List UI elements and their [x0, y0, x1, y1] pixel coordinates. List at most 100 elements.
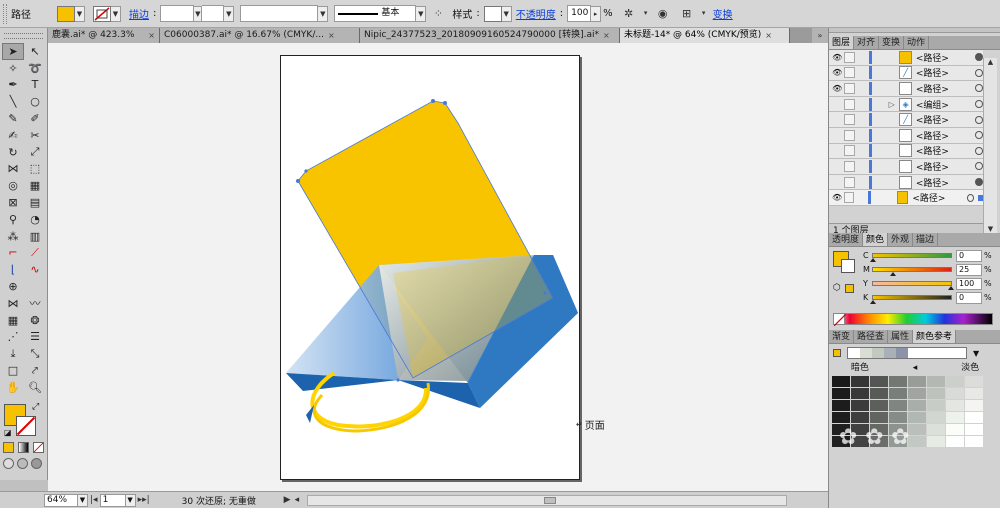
variable-width-dropdown-icon[interactable]: ▼: [224, 5, 235, 22]
none-mode-icon[interactable]: [33, 441, 44, 453]
harmony-strip[interactable]: [847, 347, 967, 359]
lock-toggle[interactable]: [844, 51, 856, 63]
stroke-profile-field[interactable]: 基本: [334, 5, 417, 22]
blue-handle-tip[interactable]: [306, 405, 314, 423]
pen-icon[interactable]: ✒: [2, 77, 24, 94]
variation-swatch[interactable]: [851, 412, 869, 423]
stroke-dropdown-icon[interactable]: ▼: [111, 5, 121, 22]
anchor-point[interactable]: [396, 378, 400, 382]
width-icon[interactable]: ⋈: [2, 161, 24, 178]
visibility-eye-icon[interactable]: 👁︎: [832, 52, 842, 63]
yellow-slider[interactable]: [872, 281, 954, 290]
draw-normal-icon[interactable]: [3, 457, 14, 469]
variation-swatch[interactable]: [832, 388, 850, 399]
target-circle-icon[interactable]: [975, 115, 983, 124]
twirl-icon[interactable]: ❂: [24, 312, 46, 329]
anchor-point[interactable]: [543, 291, 547, 295]
tab-layers[interactable]: 图层: [829, 36, 855, 49]
variation-swatch[interactable]: [851, 400, 869, 411]
lock-toggle[interactable]: [844, 67, 856, 79]
black-slider[interactable]: [870, 295, 952, 304]
gradient-icon[interactable]: ▤: [24, 194, 46, 211]
close-icon[interactable]: ×: [765, 28, 772, 43]
variation-swatch[interactable]: [908, 388, 926, 399]
tab-attributes[interactable]: 属性: [888, 330, 914, 343]
variation-swatch[interactable]: [908, 400, 926, 411]
artboard-field[interactable]: 1: [99, 493, 126, 507]
crosshair-icon[interactable]: ⊕: [2, 278, 24, 295]
cyan-value[interactable]: 0: [956, 249, 982, 262]
target-circle-icon[interactable]: [975, 131, 983, 140]
layer-row[interactable]: 👁︎ <路径>: [829, 190, 983, 206]
first-artboard-icon[interactable]: |◂: [90, 495, 98, 505]
layer-name[interactable]: <路径>: [916, 113, 969, 126]
layer-row[interactable]: <路径>: [829, 174, 983, 191]
target-circle-icon[interactable]: [975, 53, 983, 62]
shape-builder-icon[interactable]: ◎: [2, 177, 24, 194]
variation-swatch[interactable]: [965, 388, 983, 399]
variation-swatch[interactable]: [908, 412, 926, 423]
layer-row[interactable]: 👁︎ <路径>: [829, 81, 983, 97]
ellipse-icon[interactable]: ○: [24, 93, 46, 110]
layer-name[interactable]: <路径>: [916, 82, 969, 95]
variation-swatch[interactable]: [870, 388, 888, 399]
magic-wand-icon[interactable]: ✧: [2, 60, 24, 77]
visibility-eye-icon[interactable]: 👁︎: [832, 67, 842, 78]
opacity-dropdown-icon[interactable]: ▸: [591, 5, 602, 22]
scale-icon[interactable]: ⤢: [24, 144, 46, 161]
close-icon[interactable]: ×: [603, 28, 610, 43]
variation-swatch[interactable]: [889, 412, 907, 423]
artboard-icon[interactable]: ⌐: [2, 245, 24, 262]
layer-row[interactable]: 👁︎ ╱ <路径>: [829, 65, 983, 82]
variation-swatch[interactable]: [908, 424, 926, 435]
slice-icon[interactable]: ⟋: [24, 245, 46, 262]
blank-tool[interactable]: [24, 278, 46, 295]
color-spectrum[interactable]: [833, 313, 993, 325]
opacity-field[interactable]: 100: [567, 5, 592, 22]
variation-swatch[interactable]: [927, 400, 945, 411]
align-dropdown-icon[interactable]: ▾: [699, 6, 709, 22]
selection-icon[interactable]: ➤: [2, 43, 24, 60]
variation-swatch[interactable]: [851, 376, 869, 387]
lock-toggle[interactable]: [844, 192, 854, 204]
layer-row[interactable]: ▷ ◈ <编组>: [829, 96, 983, 113]
close-icon[interactable]: ×: [148, 28, 155, 43]
harmony-color[interactable]: [884, 348, 896, 358]
variation-swatch[interactable]: [927, 388, 945, 399]
globe-icon[interactable]: ◉: [654, 5, 672, 23]
visibility-eye-icon[interactable]: 👁︎: [832, 192, 842, 203]
none-color-icon[interactable]: [833, 313, 847, 327]
draw-inside-icon[interactable]: [31, 457, 42, 469]
variation-swatch[interactable]: [965, 412, 983, 423]
warp-icon[interactable]: 〰: [24, 295, 46, 312]
layer-name[interactable]: <路径>: [916, 51, 969, 64]
direct-selection-icon[interactable]: ↖: [24, 43, 46, 60]
target-circle-icon[interactable]: [975, 146, 983, 155]
next-artboard-icon[interactable]: ▸▸|: [138, 495, 150, 505]
recolor-artwork-icon[interactable]: ✲: [620, 5, 638, 23]
zoom-dropdown-icon[interactable]: ▼: [78, 493, 88, 507]
tab-appearance[interactable]: 外观: [888, 233, 914, 246]
knife-icon[interactable]: ⤤: [24, 362, 46, 379]
bars-icon[interactable]: ☰: [24, 329, 46, 346]
visibility-eye-icon[interactable]: [832, 145, 842, 156]
paintbrush-icon[interactable]: ✎: [2, 110, 24, 127]
column-graph-icon[interactable]: ▥: [24, 228, 46, 245]
variation-swatch[interactable]: [965, 436, 983, 447]
target-circle-icon[interactable]: [966, 193, 974, 202]
scroll-left-icon[interactable]: ◂: [295, 495, 300, 505]
wave-icon[interactable]: ∿: [24, 261, 46, 278]
variation-swatch[interactable]: [965, 424, 983, 435]
layer-name[interactable]: <路径>: [912, 191, 960, 204]
document-tab-4-active[interactable]: 未标题-14* @ 64% (CMYK/预览) ×: [620, 28, 790, 43]
anchor-point[interactable]: [296, 179, 300, 183]
brush-options-icon[interactable]: ⁘: [429, 5, 447, 23]
stroke-color-box[interactable]: [16, 415, 36, 436]
brush-dropdown-icon[interactable]: ▼: [318, 5, 329, 22]
transform-link[interactable]: 变换: [713, 6, 733, 21]
rectangle-icon[interactable]: □: [2, 362, 24, 379]
line-icon[interactable]: ╲: [2, 93, 24, 110]
opacity-link[interactable]: 不透明度: [516, 6, 556, 21]
gradient-mode-icon[interactable]: [18, 441, 29, 453]
mesh-icon[interactable]: ⊠: [2, 194, 24, 211]
